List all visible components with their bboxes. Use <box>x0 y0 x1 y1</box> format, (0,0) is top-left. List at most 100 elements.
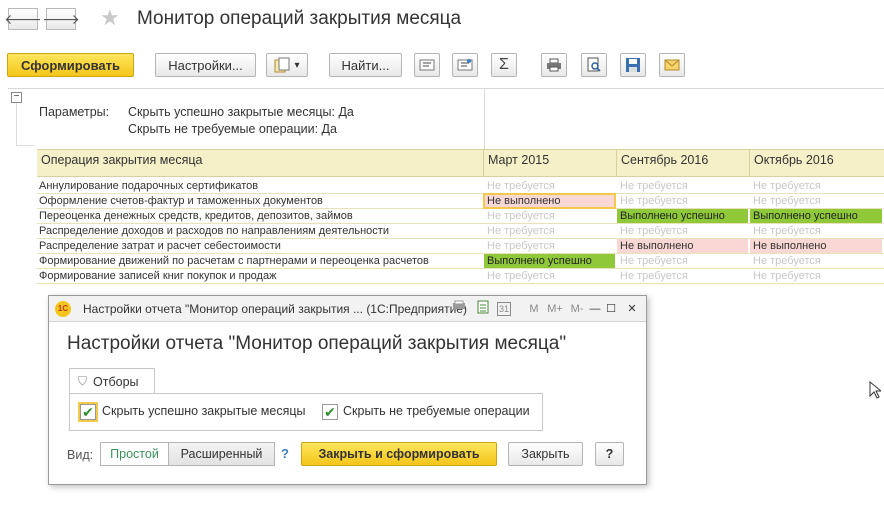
close-icon[interactable]: ✕ <box>623 300 641 318</box>
status-cell[interactable]: Не требуется <box>750 269 882 283</box>
column-header-operation: Операция закрытия месяца <box>37 150 484 177</box>
print-button[interactable] <box>541 53 567 77</box>
view-simple-button[interactable]: Простой <box>100 442 168 466</box>
hide-not-required-checkbox[interactable]: ✔ <box>322 404 338 420</box>
find-next-icon <box>419 59 435 71</box>
back-button[interactable]: 🡐 <box>4 8 42 30</box>
tab-filters[interactable]: ⛉ Отборы <box>69 368 155 394</box>
status-cell[interactable]: Не требуется <box>750 224 882 238</box>
dialog-titlebar: 1С Настройки отчета "Монитор операций за… <box>49 296 646 322</box>
send-email-button[interactable] <box>659 53 685 77</box>
generate-button[interactable]: Сформировать <box>7 53 134 77</box>
status-cell[interactable]: Выполнено успешно <box>750 209 882 223</box>
print-preview-icon <box>587 57 601 72</box>
status-cell[interactable]: Не требуется <box>617 179 748 193</box>
status-cell[interactable]: Не требуется <box>750 194 882 208</box>
status-cell[interactable]: Не выполнено <box>750 239 882 253</box>
hide-closed-months-label: Скрыть успешно закрытые месяцы <box>102 404 306 418</box>
column-header-september-2016: Сентябрь 2016 <box>617 150 750 177</box>
dialog-heading: Настройки отчета "Монитор операций закры… <box>67 333 567 354</box>
table-row: Распределение доходов и расходов по напр… <box>37 224 884 239</box>
status-cell[interactable]: Не требуется <box>484 269 615 283</box>
app-logo-icon: 1С <box>55 301 71 317</box>
dialog-window-title: Настройки отчета "Монитор операций закры… <box>83 302 467 316</box>
operation-name-cell[interactable]: Формирование движений по расчетам с парт… <box>37 254 483 268</box>
save-button[interactable] <box>620 53 646 77</box>
printer-icon <box>547 58 561 72</box>
sum-button[interactable]: Σ <box>491 53 517 77</box>
chevron-down-icon: ▾ <box>294 59 300 71</box>
table-row: Переоценка денежных средств, кредитов, д… <box>37 209 884 224</box>
params-label: Параметры: <box>39 105 110 119</box>
status-cell[interactable]: Не требуется <box>484 209 615 223</box>
column-divider <box>484 89 485 149</box>
hide-not-required-label: Скрыть не требуемые операции <box>343 404 530 418</box>
param-hide-not-required: Скрыть не требуемые операции: Да <box>128 122 337 136</box>
header: 🡐 🡒 ★ Монитор операций закрытия месяца <box>0 0 884 40</box>
view-advanced-button[interactable]: Расширенный <box>168 442 275 466</box>
help-link[interactable]: ? <box>281 446 289 461</box>
arrow-left-icon: 🡐 <box>4 10 42 27</box>
collapse-toggle[interactable]: − <box>11 92 22 103</box>
hide-closed-months-checkbox[interactable]: ✔ <box>78 402 98 422</box>
arrow-right-icon: 🡒 <box>42 10 80 27</box>
table-row: Оформление счетов-фактур и таможенных до… <box>37 193 884 209</box>
find-button[interactable]: Найти... <box>329 53 402 77</box>
status-cell[interactable]: Не требуется <box>484 224 615 238</box>
filters-panel: ✔ Скрыть успешно закрытые месяцы ✔ Скрыт… <box>69 393 543 431</box>
settings-dialog: 1С Настройки отчета "Монитор операций за… <box>48 295 647 485</box>
operation-name-cell[interactable]: Распределение доходов и расходов по напр… <box>37 224 483 238</box>
operation-name-cell[interactable]: Оформление счетов-фактур и таможенных до… <box>37 194 483 208</box>
status-cell[interactable]: Не требуется <box>617 254 748 268</box>
group-line-end <box>16 145 34 146</box>
operation-name-cell[interactable]: Распределение затрат и расчет себестоимо… <box>37 239 483 253</box>
status-cell[interactable]: Не требуется <box>484 239 615 253</box>
status-cell[interactable]: Выполнено успешно <box>617 209 748 223</box>
envelope-icon <box>664 59 680 71</box>
operation-name-cell[interactable]: Аннулирование подарочных сертификатов <box>37 179 483 193</box>
table-row: Аннулирование подарочных сертификатов Не … <box>37 179 884 194</box>
table-row: Формирование движений по расчетам с парт… <box>37 254 884 269</box>
memory-minus-button[interactable]: M- <box>568 300 586 318</box>
status-cell[interactable]: Не требуется <box>617 194 748 208</box>
report-variant-button[interactable]: ▾ <box>266 53 308 77</box>
param-hide-closed: Скрыть успешно закрытые месяцы: Да <box>128 105 354 119</box>
calendar-icon[interactable]: 31 <box>497 302 511 316</box>
forward-button[interactable]: 🡒 <box>42 8 80 30</box>
favorite-star-icon[interactable]: ★ <box>100 7 120 29</box>
close-and-generate-button[interactable]: Закрыть и сформировать <box>301 442 497 466</box>
column-header-october-2016: Октябрь 2016 <box>754 153 834 167</box>
status-cell[interactable]: Не требуется <box>617 224 748 238</box>
status-cell[interactable]: Выполнено успешно <box>484 254 615 268</box>
find-replace-button[interactable] <box>452 53 478 77</box>
column-header-march-2015: Март 2015 <box>484 150 617 177</box>
status-cell[interactable]: Не требуется <box>484 179 615 193</box>
status-cell[interactable]: Не выполнено <box>617 239 748 253</box>
group-line <box>16 103 17 145</box>
find-next-button[interactable] <box>414 53 440 77</box>
page: 🡐 🡒 ★ Монитор операций закрытия месяца С… <box>0 0 884 507</box>
status-cell[interactable]: Не требуется <box>750 179 882 193</box>
status-cell[interactable]: Не требуется <box>750 254 882 268</box>
help-button[interactable]: ? <box>595 442 624 466</box>
calculator-icon[interactable] <box>474 300 492 318</box>
close-button[interactable]: Закрыть <box>508 442 583 466</box>
find-replace-icon <box>457 59 473 71</box>
status-cell[interactable]: Не выполнено <box>483 193 616 209</box>
print-preview-button[interactable] <box>581 53 607 77</box>
mouse-cursor-icon <box>869 380 883 404</box>
tab-filters-label: Отборы <box>93 374 139 389</box>
filter-icon: ⛉ <box>78 374 88 388</box>
view-label: Вид: <box>67 448 94 462</box>
print-icon[interactable] <box>450 300 468 318</box>
status-cell[interactable]: Не требуется <box>617 269 748 283</box>
operation-name-cell[interactable]: Переоценка денежных средств, кредитов, д… <box>37 209 483 223</box>
page-title: Монитор операций закрытия месяца <box>137 8 462 29</box>
sum-icon: Σ <box>499 56 509 73</box>
maximize-icon[interactable]: ☐ <box>602 300 620 318</box>
settings-button[interactable]: Настройки... <box>155 53 256 77</box>
memory-plus-button[interactable]: M+ <box>546 300 564 318</box>
report-header-row: Операция закрытия месяца Март 2015 Сентя… <box>37 149 884 177</box>
memory-button[interactable]: M <box>525 300 543 318</box>
operation-name-cell[interactable]: Формирование записей книг покупок и прод… <box>37 269 483 283</box>
